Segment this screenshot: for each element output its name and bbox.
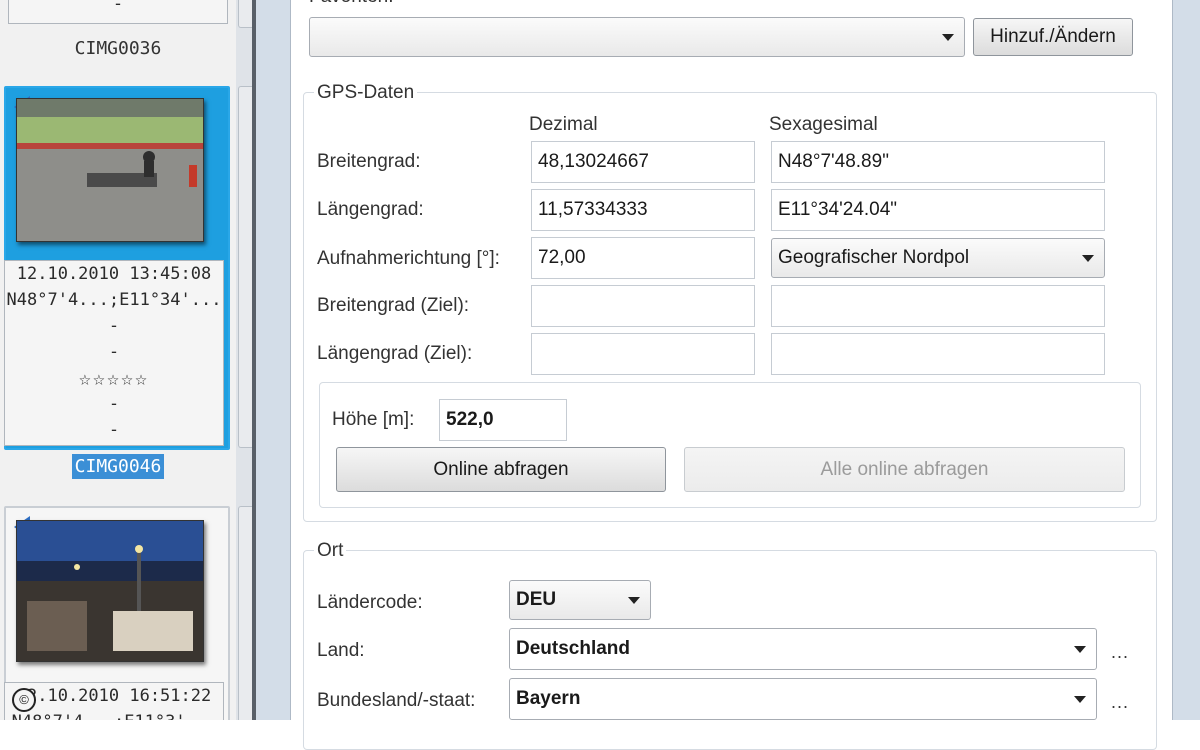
chevron-down-icon[interactable] xyxy=(1074,646,1086,653)
meta-line: - xyxy=(112,0,124,14)
longitude-decimal-field[interactable]: 11,57334333 xyxy=(531,189,755,231)
meta-line: - xyxy=(108,420,120,440)
thumbnail-caption-selected[interactable]: CIMG0046 xyxy=(0,454,236,479)
meta-line: - xyxy=(108,394,120,414)
thumbnail-meta: 12.10.2010 13:45:08 N48°7'4...;E11°34'..… xyxy=(4,260,224,446)
query-all-online-button[interactable]: Alle online abfragen xyxy=(684,447,1125,492)
latitude-label: Breitengrad: xyxy=(317,151,421,172)
thumbnail-meta: 12.10.2010 16:51:22 N48°7'4...;E11°3'... xyxy=(4,682,224,720)
chevron-down-icon[interactable] xyxy=(1074,696,1086,703)
window-frame-left xyxy=(256,0,291,720)
online-query-button[interactable]: Online abfragen xyxy=(336,447,666,492)
country-dropdown[interactable]: Deutschland xyxy=(509,628,1097,670)
photo-night-street xyxy=(17,521,203,661)
target-latitude-label: Breitengrad (Ziel): xyxy=(317,295,470,316)
more-options-icon[interactable]: ... xyxy=(1111,642,1129,663)
meta-date: 12.10.2010 16:51:22 xyxy=(16,686,212,706)
location-group-title: Ort xyxy=(314,540,347,562)
favorites-label: Favoriten: xyxy=(309,0,393,8)
direction-label: Aufnahmerichtung [°]: xyxy=(317,248,500,269)
altitude-field[interactable]: 522,0 xyxy=(439,399,567,441)
state-dropdown[interactable]: Bayern xyxy=(509,678,1097,720)
rating-stars[interactable]: ☆☆☆☆☆ xyxy=(5,365,223,391)
state-label: Bundesland/-staat: xyxy=(317,690,476,711)
longitude-label: Längengrad: xyxy=(317,199,424,220)
gps-group-title: GPS-Daten xyxy=(314,82,418,104)
column-header-decimal: Dezimal xyxy=(529,114,598,135)
altitude-label: Höhe [m]: xyxy=(332,409,415,430)
meta-gps: N48°7'4...;E11°3'... xyxy=(5,709,223,720)
country-code-value: DEU xyxy=(516,589,557,610)
target-latitude-sexagesimal-field[interactable] xyxy=(771,285,1105,327)
favorites-dropdown[interactable] xyxy=(309,17,965,57)
country-code-label: Ländercode: xyxy=(317,592,423,613)
target-longitude-sexagesimal-field[interactable] xyxy=(771,333,1105,375)
direction-reference-dropdown[interactable]: Geografischer Nordpol xyxy=(771,238,1105,278)
copyright-icon: © xyxy=(12,688,36,712)
target-longitude-decimal-field[interactable] xyxy=(531,333,755,375)
latitude-sexagesimal-field[interactable]: N48°7'48.89" xyxy=(771,141,1105,183)
chevron-down-icon[interactable] xyxy=(942,34,954,41)
direction-field[interactable]: 72,00 xyxy=(531,237,755,279)
country-label: Land: xyxy=(317,640,365,661)
add-change-favorite-button[interactable]: Hinzuf./Ändern xyxy=(973,18,1133,56)
state-value: Bayern xyxy=(516,688,581,709)
thumbnail-meta: - xyxy=(8,0,228,24)
target-longitude-label: Längengrad (Ziel): xyxy=(317,343,473,364)
thumbnail-card[interactable]: - xyxy=(4,0,228,24)
window-frame-right xyxy=(1172,0,1200,720)
thumbnail-caption[interactable]: CIMG0036 xyxy=(0,38,236,59)
thumbnail-image[interactable] xyxy=(16,520,204,662)
photo-football-field xyxy=(17,99,203,241)
column-header-sexagesimal: Sexagesimal xyxy=(769,114,878,135)
meta-line: - xyxy=(108,316,120,336)
thumbnail-column-edge xyxy=(236,0,252,720)
chevron-down-icon[interactable] xyxy=(1082,255,1094,262)
gps-dialog: Favoriten: Hinzuf./Ändern GPS-Daten Dezi… xyxy=(291,0,1171,750)
thumbnail-strip[interactable]: - CIMG0036 12.10.2010 13:45:08 N48°7'4..… xyxy=(0,0,252,720)
meta-line: - xyxy=(108,342,120,362)
thumbnail-card-edge[interactable] xyxy=(238,86,252,448)
country-value: Deutschland xyxy=(516,638,631,659)
meta-gps: N48°7'4...;E11°34'... xyxy=(6,290,222,310)
target-latitude-decimal-field[interactable] xyxy=(531,285,755,327)
country-code-dropdown[interactable]: DEU xyxy=(509,580,651,620)
direction-reference-value: Geografischer Nordpol xyxy=(778,247,970,268)
thumbnail-card-edge[interactable] xyxy=(238,0,252,28)
meta-date: 12.10.2010 13:45:08 xyxy=(16,264,212,284)
longitude-sexagesimal-field[interactable]: E11°34'24.04" xyxy=(771,189,1105,231)
more-options-icon[interactable]: ... xyxy=(1111,692,1129,713)
thumbnail-card-edge[interactable] xyxy=(238,506,252,720)
chevron-down-icon[interactable] xyxy=(628,597,640,604)
thumbnail-image[interactable] xyxy=(16,98,204,242)
latitude-decimal-field[interactable]: 48,13024667 xyxy=(531,141,755,183)
